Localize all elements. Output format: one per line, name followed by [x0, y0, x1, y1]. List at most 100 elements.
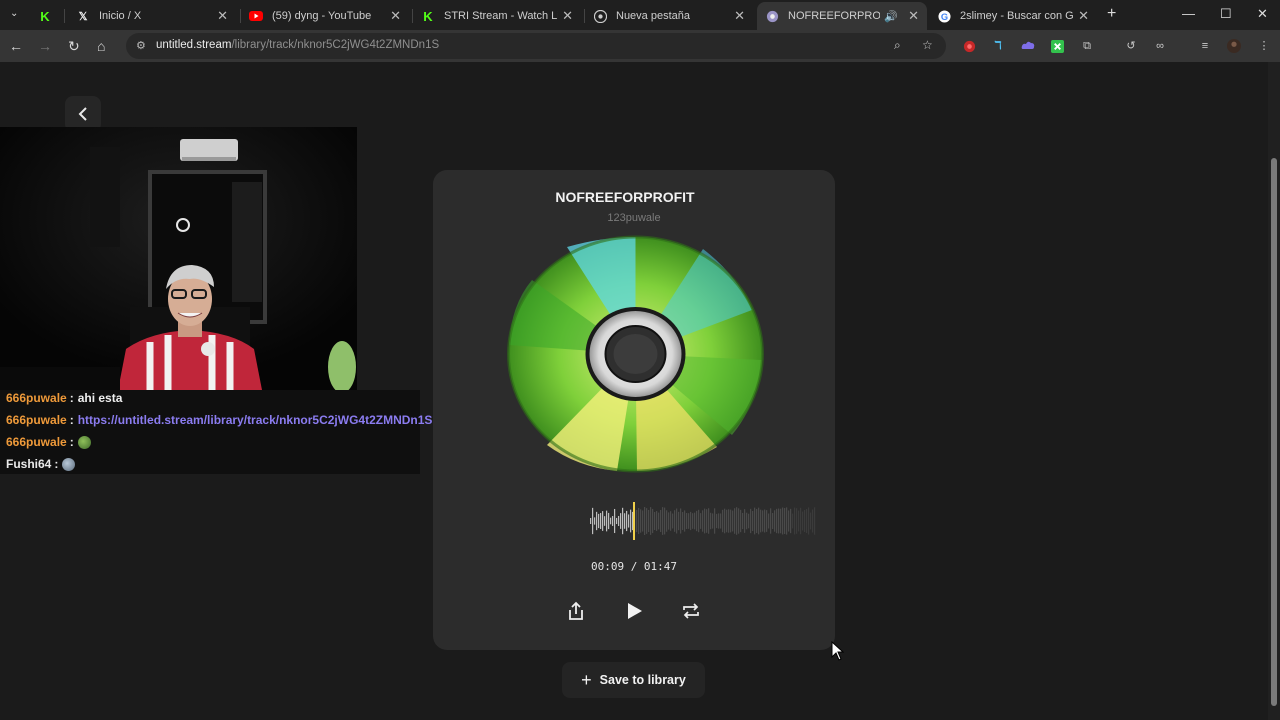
waveform-bar	[680, 508, 682, 534]
record-extension-icon[interactable]	[962, 39, 976, 53]
frog-emote	[77, 435, 91, 449]
waveform-bar	[752, 510, 754, 532]
waveform-bar	[768, 513, 770, 529]
play-icon	[628, 603, 642, 619]
back-arrow-icon[interactable]: ←	[9, 38, 23, 54]
save-to-library-button[interactable]: + Save to library	[562, 662, 705, 698]
new-tab-icon[interactable]: +	[1107, 5, 1116, 23]
waveform-bar	[720, 513, 722, 529]
cloud-extension-icon[interactable]	[1021, 39, 1035, 53]
waveform-bar	[620, 513, 622, 529]
tab-new-tab[interactable]: Nueva pestaña ✕	[585, 4, 753, 28]
media-control-icon[interactable]: ≡	[1198, 39, 1212, 53]
tab-label: (59) dyng - YouTube	[272, 10, 372, 22]
waveform-bar	[648, 509, 650, 533]
close-icon[interactable]: ✕	[908, 8, 919, 24]
waveform-bar	[804, 509, 806, 533]
page-scrollbar[interactable]	[1268, 62, 1280, 720]
webcam-overlay	[0, 127, 357, 390]
chat-username: 666puwale	[6, 391, 67, 405]
extensions-puzzle-icon[interactable]: ⧉	[1080, 39, 1094, 53]
tab-youtube[interactable]: (59) dyng - YouTube ✕	[241, 4, 409, 28]
window-close-icon[interactable]: ✕	[1257, 6, 1268, 22]
track-artist[interactable]: 123puwale	[433, 212, 835, 224]
audio-waveform[interactable]	[590, 502, 816, 540]
waveform-bar	[600, 513, 602, 529]
tab-stri-stream[interactable]: K STRI Stream - Watch Live s ✕	[413, 4, 581, 28]
cd-disc-artwork	[507, 235, 764, 473]
waveform-bar	[758, 507, 760, 535]
waveform-bar	[604, 516, 606, 526]
reload-icon[interactable]: ↻	[68, 38, 80, 54]
waveform-bar	[788, 510, 790, 532]
tab-label: STRI Stream - Watch Live s	[444, 10, 558, 22]
avatar[interactable]	[1227, 39, 1241, 53]
forward-arrow-icon[interactable]: →	[38, 38, 52, 54]
waveform-bar	[756, 508, 758, 534]
scrollbar-thumb[interactable]	[1271, 158, 1277, 706]
waveform-bar	[668, 512, 670, 530]
waveform-bar	[802, 511, 804, 531]
waveform-bar	[672, 513, 674, 529]
waveform-bar	[746, 512, 748, 530]
waveform-bar	[748, 513, 750, 529]
waveform-bar	[700, 513, 702, 529]
waveform-bar	[644, 507, 646, 535]
address-bar[interactable]: ⚙ untitled.stream/library/track/nknor5C2…	[126, 33, 946, 59]
waveform-bar	[760, 509, 762, 533]
minimize-icon[interactable]: —	[1182, 6, 1195, 21]
tab-kick[interactable]: K	[30, 4, 60, 28]
waveform-bar	[696, 510, 698, 532]
waveform-bar	[638, 507, 640, 535]
close-icon[interactable]: ✕	[217, 8, 228, 24]
waveform-bar	[792, 513, 794, 529]
green-extension-icon[interactable]	[1050, 39, 1064, 53]
waveform-bar	[774, 510, 776, 532]
translate-extension-icon[interactable]: ℸ	[991, 39, 1005, 53]
waveform-bar	[764, 509, 766, 533]
waveform-bar	[674, 510, 676, 532]
menu-kebab-icon[interactable]: ⋮	[1257, 39, 1271, 53]
close-icon[interactable]: ✕	[390, 8, 401, 24]
share-button[interactable]	[563, 598, 589, 624]
tab-x[interactable]: 𝕏 Inicio / X ✕	[68, 4, 236, 28]
track-player-card: NOFREEFORPROFIT 123puwale 00:09 / 01:47	[433, 170, 835, 650]
close-icon[interactable]: ✕	[562, 8, 573, 24]
track-title: NOFREEFORPROFIT	[555, 189, 695, 205]
waveform-bar	[766, 510, 768, 532]
tab-nofreeforprofit[interactable]: NOFREEFORPROFIT 🔊 ✕	[757, 2, 927, 30]
waveform-bar	[682, 512, 684, 530]
tab-strip: ⌄ K 𝕏 Inicio / X ✕ (59) dyng - YouTube ✕…	[0, 0, 1280, 30]
waveform-bar	[784, 508, 786, 534]
close-icon[interactable]: ✕	[1078, 8, 1089, 24]
waveform-bar	[684, 510, 686, 532]
google-icon: G	[937, 9, 951, 23]
zoom-icon[interactable]: ⌕	[894, 38, 901, 53]
link-icon[interactable]: ∞	[1153, 39, 1167, 53]
waveform-bar	[670, 511, 672, 531]
waveform-bar	[630, 509, 632, 533]
site-info-icon[interactable]: ⚙	[136, 39, 146, 52]
history-icon[interactable]: ↺	[1124, 39, 1138, 53]
chat-link[interactable]: https://untitled.stream/library/track/nk…	[78, 413, 433, 427]
waveform-bar	[706, 509, 708, 533]
chat-username: 666puwale	[6, 413, 67, 427]
share-icon	[569, 601, 583, 620]
repeat-button[interactable]	[678, 598, 704, 624]
tab-search-icon[interactable]: ⌄	[10, 8, 18, 19]
tab-label: Inicio / X	[99, 10, 142, 22]
maximize-icon[interactable]: ☐	[1220, 6, 1232, 22]
x-icon: 𝕏	[78, 10, 88, 23]
chat-separator: :	[69, 435, 74, 449]
speaker-icon[interactable]: 🔊	[884, 10, 898, 23]
tab-google[interactable]: G 2slimey - Buscar con Goog ✕	[929, 4, 1097, 28]
bookmark-star-icon[interactable]: ☆	[922, 38, 933, 52]
home-icon[interactable]: ⌂	[97, 38, 105, 54]
waveform-bar	[592, 507, 594, 535]
play-button[interactable]	[621, 598, 647, 624]
playhead[interactable]	[633, 502, 635, 540]
chat-separator: :	[69, 413, 74, 427]
chat-text: ahi esta	[77, 391, 123, 405]
close-icon[interactable]: ✕	[734, 8, 745, 24]
waveform-bar	[662, 507, 664, 535]
